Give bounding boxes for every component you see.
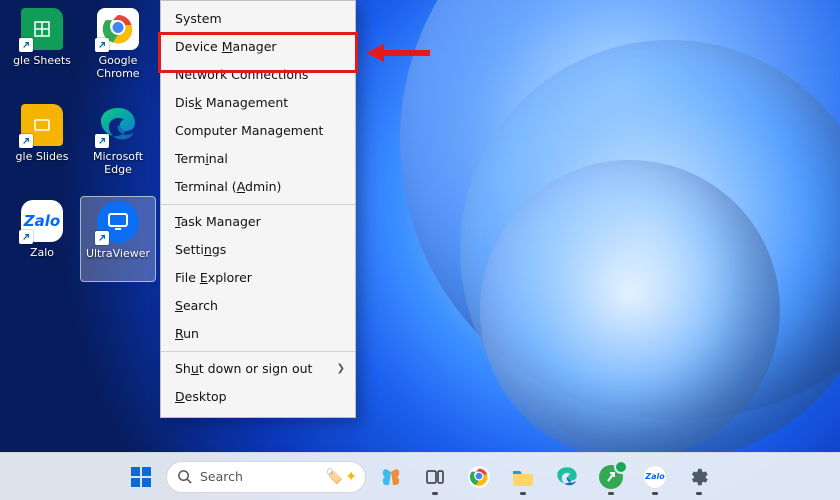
slides-icon [21,104,63,146]
sheets-icon [21,8,63,50]
desktop-icon-label: Microsoft Edge [83,150,153,176]
menu-separator [161,351,355,352]
zalo-icon: Zalo [643,465,667,489]
copilot-icon [380,466,402,488]
winx-context-menu: System Device Manager Network Connection… [160,0,356,418]
desktop-icon-label: gle Slides [16,150,69,163]
menu-item-settings[interactable]: Settings [161,236,355,264]
taskbar-edge[interactable] [548,458,586,496]
desktop-icon-google-chrome[interactable]: Google Chrome [80,4,156,90]
notification-badge-icon [614,460,628,474]
shortcut-badge-icon [19,134,33,148]
menu-item-task-manager[interactable]: Task Manager [161,208,355,236]
menu-item-terminal-admin[interactable]: Terminal (Admin) [161,173,355,201]
search-icon [177,469,192,484]
menu-item-shutdown[interactable]: Shut down or sign out❯ [161,355,355,383]
taskbar-copilot[interactable] [372,458,410,496]
menu-item-disk-management[interactable]: Disk Management [161,89,355,117]
search-placeholder: Search [200,469,318,484]
zalo-icon: Zalo [21,200,63,242]
desktop-icon-label: UltraViewer [86,247,150,260]
desktop-icon-google-sheets[interactable]: gle Sheets [4,4,80,90]
taskbar: Search 🏷️✦ [0,452,840,500]
taskbar-chrome[interactable] [460,458,498,496]
desktop-icon-microsoft-edge[interactable]: Microsoft Edge [80,100,156,186]
start-button[interactable] [122,458,160,496]
desktop: gle Sheets Google Chrome gle Slides [0,0,160,296]
menu-item-computer-management[interactable]: Computer Management [161,117,355,145]
chrome-icon [97,8,139,50]
menu-separator [161,204,355,205]
menu-item-run[interactable]: Run [161,320,355,348]
taskbar-task-view[interactable] [416,458,454,496]
menu-item-network-connections[interactable]: Network Connections [161,61,355,89]
folder-icon [511,466,535,488]
desktop-icon-zalo[interactable]: Zalo Zalo [4,196,80,282]
edge-icon [97,104,139,146]
task-view-icon [425,467,445,487]
desktop-icon-label: Zalo [30,246,54,259]
chrome-icon [467,465,491,489]
edge-icon [555,465,579,489]
taskbar-search[interactable]: Search 🏷️✦ [166,461,366,493]
windows-logo-icon [130,466,152,488]
taskbar-file-explorer[interactable] [504,458,542,496]
menu-item-file-explorer[interactable]: File Explorer [161,264,355,292]
shortcut-badge-icon [95,231,109,245]
shortcut-badge-icon [19,230,33,244]
chevron-right-icon: ❯ [337,355,345,383]
shortcut-badge-icon [95,38,109,52]
taskbar-zalo[interactable]: Zalo [636,458,674,496]
menu-item-terminal[interactable]: Terminal [161,145,355,173]
search-highlight-icon: 🏷️✦ [326,469,357,485]
desktop-icon-label: Google Chrome [83,54,153,80]
ultraviewer-icon [97,201,139,243]
gear-icon [688,466,710,488]
shortcut-badge-icon [95,134,109,148]
desktop-icon-label: gle Sheets [13,54,71,67]
shortcut-badge-icon [19,38,33,52]
taskbar-settings[interactable] [680,458,718,496]
desktop-icon-google-slides[interactable]: gle Slides [4,100,80,186]
menu-item-search[interactable]: Search [161,292,355,320]
taskbar-browser[interactable] [592,458,630,496]
menu-item-device-manager[interactable]: Device Manager [161,33,355,61]
menu-item-system[interactable]: System [161,5,355,33]
menu-item-desktop[interactable]: Desktop [161,383,355,411]
desktop-icon-ultraviewer[interactable]: UltraViewer [80,196,156,282]
